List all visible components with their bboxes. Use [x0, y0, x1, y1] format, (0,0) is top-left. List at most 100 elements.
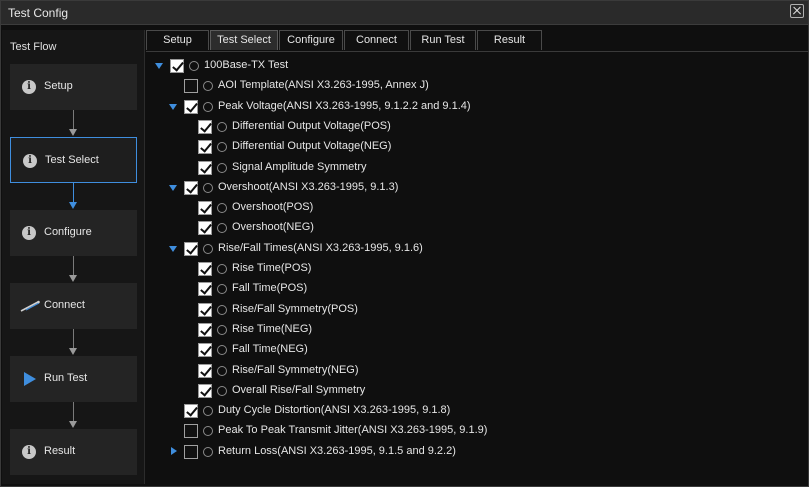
flow-step-connect[interactable]: Connect	[10, 283, 137, 329]
expand-arrow-icon[interactable]	[169, 184, 177, 191]
status-indicator-icon	[217, 223, 227, 234]
test-label: Peak Voltage(ANSI X3.263-1995, 9.1.2.2 a…	[218, 99, 471, 112]
status-indicator-icon	[189, 61, 199, 71]
test-checkbox[interactable]	[198, 160, 212, 175]
tree-row[interactable]: Signal Amplitude Symmetry	[146, 160, 806, 176]
tree-row[interactable]: Rise Time(NEG)	[146, 322, 806, 338]
expand-arrow-icon[interactable]	[169, 245, 177, 252]
test-label: Peak To Peak Transmit Jitter(ANSI X3.263…	[218, 424, 488, 437]
test-checkbox[interactable]	[184, 241, 198, 256]
close-button[interactable]	[790, 4, 804, 18]
test-checkbox[interactable]	[184, 404, 198, 419]
status-indicator-icon	[217, 324, 227, 335]
tree-row[interactable]: Differential Output Voltage(NEG)	[146, 139, 806, 155]
tree-row[interactable]: Overshoot(POS)	[146, 200, 806, 216]
status-indicator-icon	[203, 182, 213, 193]
test-label: Return Loss(ANSI X3.263-1995, 9.1.5 and …	[218, 444, 456, 457]
test-checkbox[interactable]	[198, 322, 212, 337]
flow-arrow	[69, 348, 77, 355]
info-icon: i	[22, 80, 36, 94]
tree-row[interactable]: Rise/Fall Times(ANSI X3.263-1995, 9.1.6)	[146, 241, 806, 257]
info-icon: i	[22, 226, 36, 240]
tree-row[interactable]: Overshoot(ANSI X3.263-1995, 9.1.3)	[146, 180, 806, 196]
test-checkbox[interactable]	[198, 363, 212, 378]
test-label: AOI Template(ANSI X3.263-1995, Annex J)	[218, 79, 429, 92]
tree-row[interactable]: Fall Time(POS)	[146, 281, 806, 297]
flow-step-run-test[interactable]: Run Test	[10, 356, 137, 402]
tree-row[interactable]: Fall Time(NEG)	[146, 342, 806, 358]
test-checkbox[interactable]	[184, 99, 198, 114]
info-icon: i	[23, 154, 37, 168]
tree-row[interactable]: Overshoot(NEG)	[146, 220, 806, 236]
test-checkbox[interactable]	[198, 140, 212, 155]
test-checkbox[interactable]	[198, 119, 212, 134]
tab-configure[interactable]: Configure	[279, 30, 343, 50]
test-checkbox[interactable]	[170, 59, 184, 73]
test-checkbox[interactable]	[198, 383, 212, 398]
tree-row[interactable]: Overall Rise/Fall Symmetry	[146, 383, 806, 399]
test-label: Rise/Fall Times(ANSI X3.263-1995, 9.1.6)	[218, 241, 423, 254]
flow-arrow	[69, 275, 77, 282]
test-checkbox[interactable]	[198, 201, 212, 216]
flow-step-setup[interactable]: i Setup	[10, 64, 137, 110]
info-icon: i	[22, 445, 36, 459]
tab-connect[interactable]: Connect	[344, 30, 409, 50]
tree-row[interactable]: Duty Cycle Distortion(ANSI X3.263-1995, …	[146, 403, 806, 419]
flow-arrow	[69, 129, 77, 136]
tree-row[interactable]: AOI Template(ANSI X3.263-1995, Annex J)	[146, 78, 806, 94]
status-indicator-icon	[217, 284, 227, 295]
status-indicator-icon	[217, 264, 227, 274]
status-indicator-icon	[203, 243, 213, 254]
test-checkbox[interactable]	[184, 180, 198, 195]
collapse-arrow-icon[interactable]	[171, 446, 177, 455]
tree-row[interactable]: Peak To Peak Transmit Jitter(ANSI X3.263…	[146, 423, 806, 439]
tree-row[interactable]: Differential Output Voltage(POS)	[146, 119, 806, 135]
test-label: Overshoot(NEG)	[232, 221, 314, 234]
status-indicator-icon	[203, 81, 213, 92]
tab-run-test[interactable]: Run Test	[410, 30, 476, 50]
test-checkbox[interactable]	[198, 262, 212, 276]
status-indicator-icon	[203, 426, 213, 437]
tree-row[interactable]: 100Base-TX Test	[146, 58, 806, 74]
test-config-window: Test Config Test Flow i Setup i Test Sel…	[0, 0, 809, 487]
flow-step-result[interactable]: i Result	[10, 429, 137, 475]
tree-row[interactable]: Return Loss(ANSI X3.263-1995, 9.1.5 and …	[146, 444, 806, 460]
test-checkbox[interactable]	[184, 79, 198, 94]
status-indicator-icon	[203, 446, 213, 457]
test-checkbox[interactable]	[184, 444, 198, 459]
test-select-panel: Setup Test Select Configure Connect Run …	[146, 30, 808, 484]
test-checkbox[interactable]	[198, 302, 212, 317]
flow-connector	[73, 183, 74, 204]
test-label: Fall Time(POS)	[232, 282, 308, 295]
tab-result[interactable]: Result	[477, 30, 542, 50]
title-bar: Test Config	[1, 1, 808, 25]
probe-icon	[20, 300, 40, 312]
test-label: Differential Output Voltage(POS)	[232, 119, 391, 132]
test-checkbox[interactable]	[198, 282, 212, 297]
flow-step-test-select[interactable]: i Test Select	[10, 137, 137, 183]
status-indicator-icon	[217, 385, 227, 396]
test-checkbox[interactable]	[198, 221, 212, 236]
status-indicator-icon	[217, 345, 227, 356]
expand-arrow-icon[interactable]	[169, 103, 177, 110]
test-flow-panel: Test Flow i Setup i Test Select i Config…	[2, 30, 145, 484]
tree-row[interactable]: Rise/Fall Symmetry(POS)	[146, 302, 806, 318]
status-indicator-icon	[217, 203, 227, 214]
test-label: Rise Time(NEG)	[232, 322, 313, 335]
expand-arrow-icon[interactable]	[155, 63, 163, 69]
flow-step-label: Setup	[44, 80, 73, 92]
tab-setup[interactable]: Setup	[146, 30, 209, 50]
tab-test-select[interactable]: Test Select	[210, 30, 278, 50]
tree-row[interactable]: Rise Time(POS)	[146, 261, 806, 277]
status-indicator-icon	[203, 406, 213, 417]
tree-row[interactable]: Rise/Fall Symmetry(NEG)	[146, 363, 806, 379]
flow-step-label: Test Select	[45, 154, 99, 166]
flow-step-label: Run Test	[44, 372, 88, 384]
test-checkbox[interactable]	[184, 424, 198, 439]
flow-arrow	[69, 421, 77, 428]
status-indicator-icon	[217, 304, 227, 315]
flow-step-configure[interactable]: i Configure	[10, 210, 137, 256]
tree-row[interactable]: Peak Voltage(ANSI X3.263-1995, 9.1.2.2 a…	[146, 99, 806, 115]
test-label: Fall Time(NEG)	[232, 343, 308, 356]
test-checkbox[interactable]	[198, 343, 212, 358]
